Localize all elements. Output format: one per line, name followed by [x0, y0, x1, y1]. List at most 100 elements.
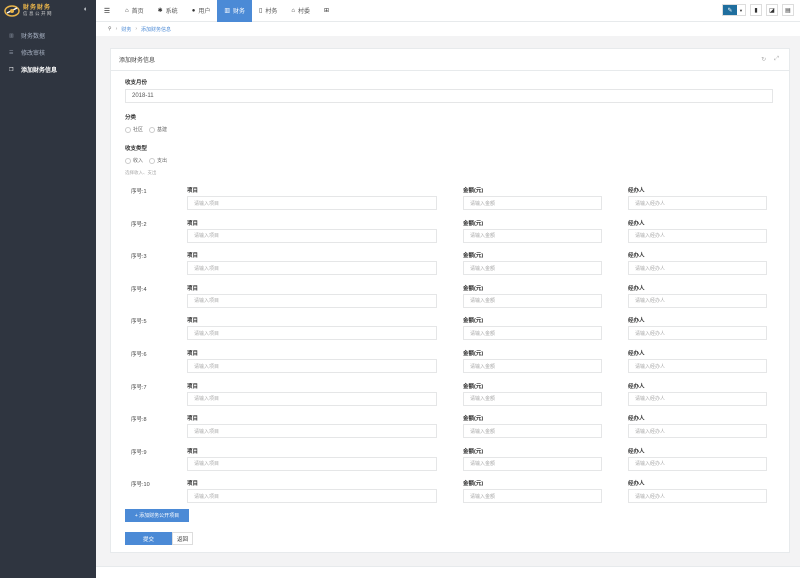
item-row: 序号:10 项目 请输入项目 金额(元) 请输入金额 经办人 请输入经办人 — [111, 476, 791, 508]
item-label: 项目 — [187, 220, 199, 227]
bar-chart-icon: ▥ — [9, 32, 14, 39]
handler-input[interactable]: 请输入经办人 — [628, 261, 767, 276]
type-option[interactable]: 支出 — [149, 157, 167, 164]
handler-label: 经办人 — [628, 188, 645, 194]
type-option[interactable]: 收入 — [125, 157, 143, 164]
row-seq: 序号:8 — [131, 417, 147, 424]
tab-5[interactable]: ▯ 村务 — [252, 0, 284, 22]
category-option[interactable]: 基建 — [149, 126, 167, 133]
tab-4[interactable]: ▥ 财务 — [217, 0, 253, 22]
handler-label: 经办人 — [628, 220, 645, 227]
amount-input[interactable]: 请输入金额 — [463, 326, 602, 341]
panel-title: 添加财务信息 — [119, 58, 156, 64]
month-label: 收支月份 — [125, 80, 148, 86]
sidebar: 财务财务 信息公开网 ◐ ▥ 财务数据 ☰ 修改审核 ❐ 添加财务信息 — [0, 0, 96, 578]
row-seq: 序号:5 — [131, 319, 147, 326]
logo-icon — [4, 4, 20, 18]
map-marker-icon: ⚲ — [108, 26, 112, 32]
tab-3[interactable]: ● 用户 — [185, 0, 218, 22]
handler-input[interactable]: 请输入经办人 — [628, 391, 767, 406]
handler-label: 经办人 — [628, 351, 645, 357]
handler-input[interactable]: 请输入经办人 — [628, 359, 767, 373]
item-input[interactable]: 请输入项目 — [187, 359, 437, 373]
item-row: 序号:1 项目 请输入项目 金额(元) 请输入金额 经办人 请输入经办人 — [111, 183, 791, 215]
expand-icon[interactable]: ⤢ — [774, 56, 779, 63]
fullscreen-button[interactable]: ◪ — [766, 4, 778, 16]
handler-input[interactable]: 请输入经办人 — [628, 196, 767, 210]
item-input[interactable]: 请输入项目 — [187, 326, 437, 341]
item-row: 序号:8 项目 请输入项目 金额(元) 请输入金额 经办人 请输入经办人 — [111, 411, 791, 443]
sidebar-item-label: 财务数据 — [21, 34, 46, 40]
handler-input[interactable]: 请输入经办人 — [628, 228, 767, 243]
sidebar-item-add-finance[interactable]: ❐ 添加财务信息 — [0, 61, 96, 78]
tab-label: 村委 — [297, 9, 310, 15]
amount-label: 金额(元) — [463, 481, 484, 488]
amount-label: 金额(元) — [463, 351, 484, 357]
add-item-button[interactable]: + 添加财务公开项目 — [125, 509, 189, 522]
footer — [96, 566, 800, 578]
tab-6[interactable]: ⌂ 村委 — [284, 0, 317, 22]
tab-label: 财务 — [233, 9, 246, 15]
tab-2[interactable]: ✱ 系统 — [151, 0, 185, 22]
sidebar-item-finance-data[interactable]: ▥ 财务数据 — [0, 27, 96, 44]
handler-input[interactable]: 请输入经办人 — [628, 326, 767, 341]
amount-input[interactable]: 请输入金额 — [463, 261, 602, 276]
breadcrumb-item[interactable]: 添加财务信息 — [141, 26, 171, 33]
month-input[interactable]: 2018-11 — [125, 89, 773, 103]
amount-input[interactable]: 请输入金额 — [463, 228, 602, 243]
handler-input[interactable]: 请输入经办人 — [628, 424, 767, 439]
item-input[interactable]: 请输入项目 — [187, 228, 437, 243]
handler-input[interactable]: 请输入经办人 — [628, 456, 767, 471]
refresh-icon[interactable]: ↻ — [761, 56, 766, 63]
breadcrumb: ⚲ › 财务 › 添加财务信息 — [96, 22, 800, 36]
list-button[interactable]: ▤ — [782, 4, 794, 16]
item-label: 项目 — [187, 285, 199, 292]
amount-input[interactable]: 请输入金额 — [463, 424, 602, 439]
sidebar-item-review[interactable]: ☰ 修改审核 — [0, 44, 96, 61]
amount-input[interactable]: 请输入金额 — [463, 391, 602, 406]
amount-input[interactable]: 请输入金额 — [463, 489, 602, 504]
row-seq: 序号:6 — [131, 352, 147, 358]
radio-icon — [125, 157, 131, 164]
submit-button[interactable]: 提交 — [125, 532, 172, 545]
item-input[interactable]: 请输入项目 — [187, 261, 437, 276]
back-button[interactable]: 返回 — [172, 532, 193, 545]
tab-1[interactable]: ⌂ 首页 — [118, 0, 151, 22]
trash-button[interactable]: ▮ — [750, 4, 762, 16]
copy-icon: ❐ — [9, 66, 14, 73]
item-row: 序号:3 项目 请输入项目 金额(元) 请输入金额 经办人 请输入经办人 — [111, 248, 791, 280]
amount-input[interactable]: 请输入金额 — [463, 456, 602, 471]
handler-label: 经办人 — [628, 448, 645, 455]
file-icon: ▯ — [259, 8, 263, 14]
breadcrumb-item[interactable]: 财务 — [121, 26, 131, 33]
water-drop-icon[interactable]: ◐ — [84, 6, 88, 13]
item-input[interactable]: 请输入项目 — [187, 424, 437, 439]
home-icon: ⌂ — [291, 7, 295, 14]
amount-input[interactable]: 请输入金额 — [463, 359, 602, 373]
topbar-tools: ✎ ▼ ▮ ◪ ▤ — [722, 4, 794, 16]
skin-selector[interactable]: ✎ ▼ — [722, 4, 746, 16]
chart-icon: ▥ — [224, 8, 230, 14]
item-input[interactable]: 请输入项目 — [187, 391, 437, 406]
item-input[interactable]: 请输入项目 — [187, 196, 437, 210]
home-icon: ⌂ — [125, 7, 129, 14]
amount-input[interactable]: 请输入金额 — [463, 196, 602, 210]
handler-input[interactable]: 请输入经办人 — [628, 293, 767, 308]
item-row: 序号:4 项目 请输入项目 金额(元) 请输入金额 经办人 请输入经办人 — [111, 281, 791, 313]
trash-icon: ▮ — [754, 7, 758, 14]
list-icon: ☰ — [9, 49, 14, 56]
category-option[interactable]: 社区 — [125, 126, 143, 133]
radio-icon — [149, 157, 156, 164]
item-row: 序号:5 项目 请输入项目 金额(元) 请输入金额 经办人 请输入经办人 — [111, 313, 791, 345]
amount-input[interactable]: 请输入金额 — [463, 293, 602, 308]
handler-input[interactable]: 请输入经办人 — [628, 489, 767, 504]
row-seq: 序号:10 — [131, 482, 150, 489]
item-input[interactable]: 请输入项目 — [187, 489, 437, 504]
amount-label: 金额(元) — [463, 448, 484, 455]
item-input[interactable]: 请输入项目 — [187, 293, 437, 308]
item-input[interactable]: 请输入项目 — [187, 456, 437, 471]
tab-7[interactable]: ⊞ — [317, 0, 339, 22]
fullscreen-icon: ◪ — [769, 7, 775, 14]
tab-label: 首页 — [131, 9, 144, 15]
hamburger-menu-icon[interactable]: ☰ — [96, 7, 118, 15]
